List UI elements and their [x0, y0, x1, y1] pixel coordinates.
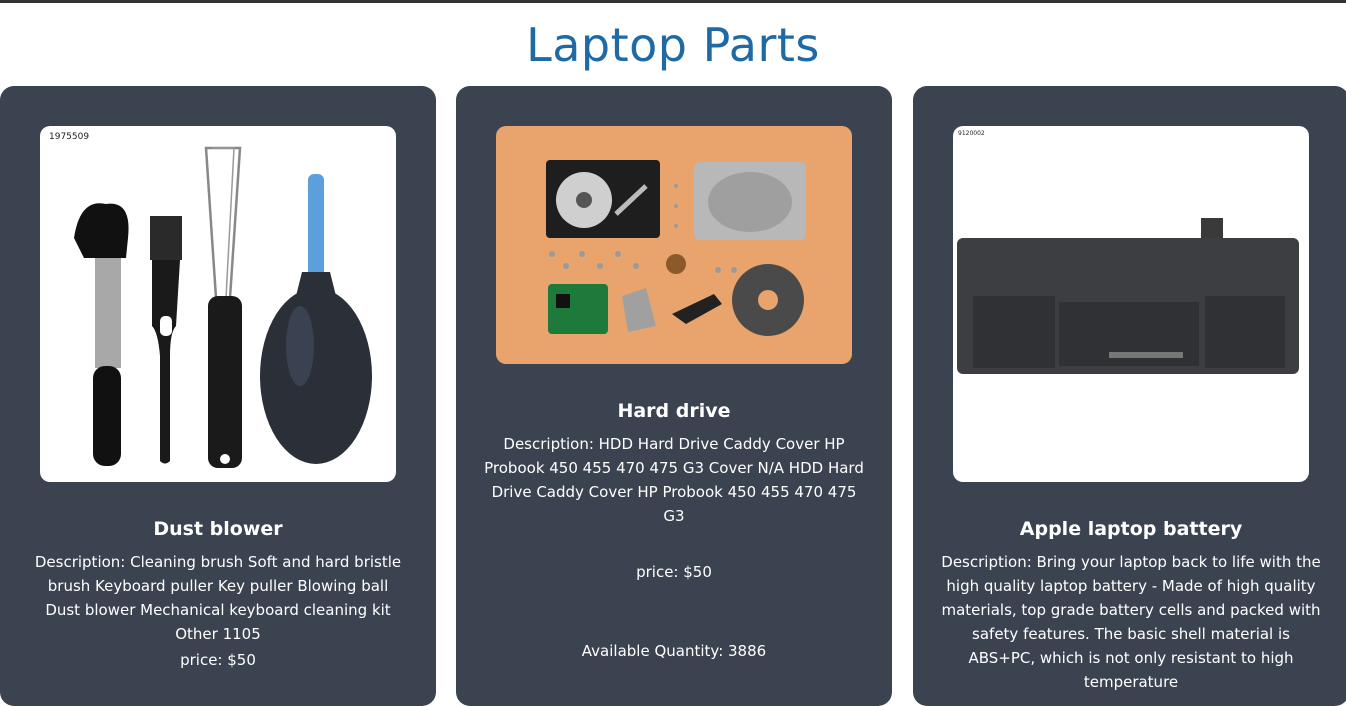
- product-image-hard-drive[interactable]: [496, 126, 852, 364]
- product-description: Description: HDD Hard Drive Caddy Cover …: [484, 435, 864, 525]
- product-card-hard-drive[interactable]: Hard drive Description: HDD Hard Drive C…: [456, 86, 892, 706]
- product-image-apple-laptop-battery[interactable]: 9120002: [953, 126, 1309, 482]
- product-quantity: Available Quantity: 3886: [581, 642, 767, 660]
- product-price: price: $50: [636, 563, 712, 581]
- cleaning-kit-illustration: [74, 146, 372, 468]
- product-card-dust-blower[interactable]: 1975509 Dust blower Description: Cleanin…: [0, 86, 436, 706]
- laptop-battery-illustration: [957, 218, 1299, 374]
- top-border: [0, 0, 1346, 3]
- product-price: price: $50: [180, 651, 256, 669]
- product-card-apple-laptop-battery[interactable]: 9120002 Apple laptop battery Description…: [913, 86, 1346, 706]
- product-name: Apple laptop battery: [1019, 518, 1243, 540]
- product-image-dust-blower[interactable]: 1975509: [40, 126, 396, 482]
- product-description: Description: Bring your laptop back to l…: [941, 553, 1321, 691]
- product-description: Description: Cleaning brush Soft and har…: [34, 553, 402, 643]
- disassembled-hdd-illustration: [546, 160, 806, 336]
- product-name: Dust blower: [153, 518, 283, 540]
- product-name: Hard drive: [617, 400, 731, 422]
- page-title: Laptop Parts: [526, 18, 820, 72]
- product-sku: 9120002: [958, 130, 985, 137]
- product-sku: 1975509: [49, 132, 90, 142]
